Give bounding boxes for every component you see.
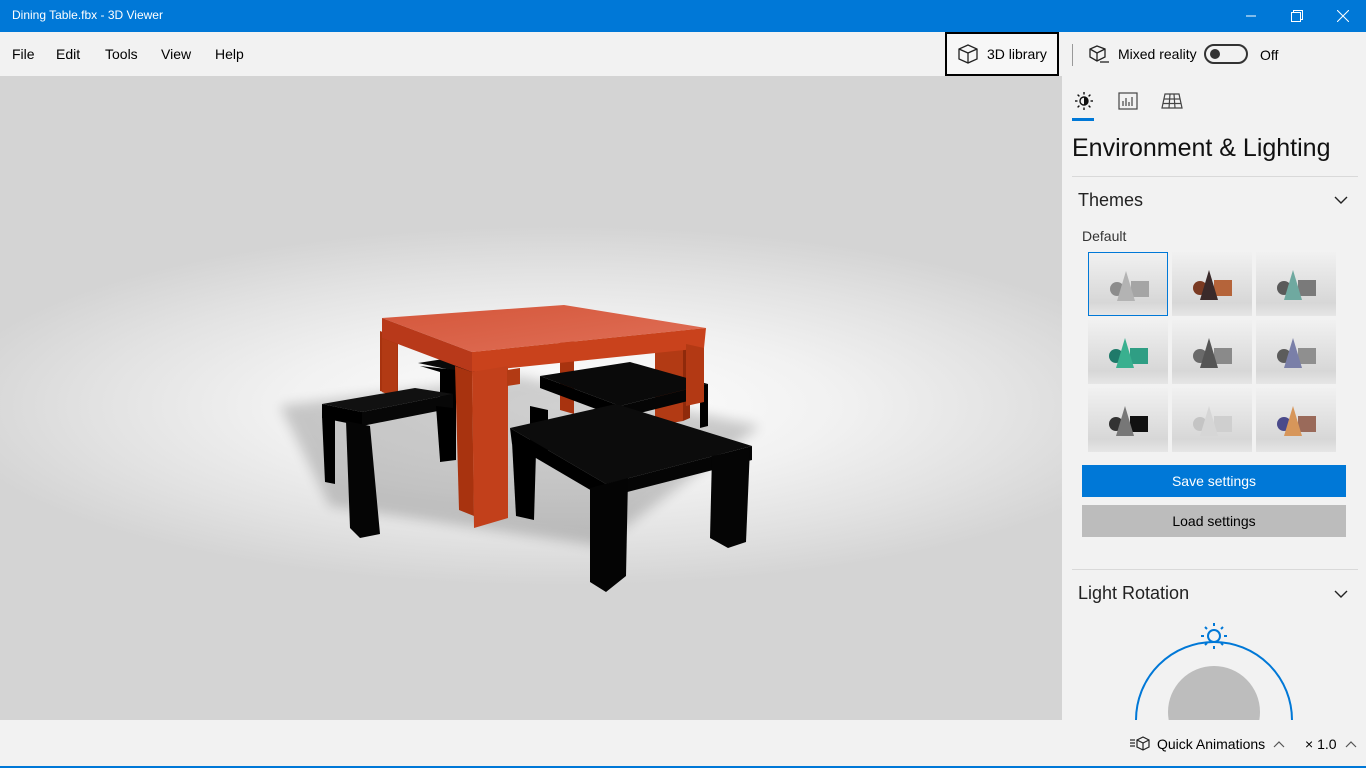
restore-icon [1291,10,1303,22]
menu-tools[interactable]: Tools [105,46,138,62]
theme-dark-gray[interactable] [1172,320,1252,384]
toolbar-divider [1072,44,1073,66]
menu-view[interactable]: View [161,46,191,62]
theme-warm-brown[interactable] [1172,252,1252,316]
animation-icon [1130,736,1150,751]
theme-light[interactable] [1172,388,1252,452]
menu-file[interactable]: File [12,46,35,62]
environment-panel: Environment & Lighting Themes Default Sa… [1062,76,1366,720]
grid-icon [1161,93,1183,109]
3d-library-label: 3D library [987,46,1047,62]
status-bar: Quick Animations × 1.0 [0,720,1366,768]
chevron-up-icon [1273,741,1285,748]
toggle-knob [1210,49,1220,59]
theme-purple-gray[interactable] [1256,320,1336,384]
chevron-down-icon[interactable] [1334,196,1348,204]
menu-help[interactable]: Help [215,46,244,62]
tab-lighting[interactable] [1072,90,1096,112]
mixed-reality-button[interactable]: Mixed reality [1088,32,1197,76]
title-bar: Dining Table.fbx - 3D Viewer [0,0,1366,32]
mixed-reality-label: Mixed reality [1118,46,1197,62]
tab-grid[interactable] [1160,90,1184,112]
restore-button[interactable] [1274,0,1320,32]
mixed-reality-icon [1089,45,1109,63]
sun-icon [1075,92,1093,110]
menu-edit[interactable]: Edit [56,46,80,62]
speed-value: × 1.0 [1305,736,1337,752]
section-divider [1072,569,1358,570]
mixed-reality-state: Off [1260,47,1279,63]
3d-library-button[interactable]: 3D library [945,32,1059,76]
save-settings-button[interactable]: Save settings [1082,465,1346,497]
title-divider [1072,176,1358,177]
themes-header[interactable]: Themes [1078,190,1143,211]
3d-viewport[interactable] [0,76,1062,720]
close-icon [1337,10,1349,22]
theme-grid [1088,252,1336,452]
cube-icon [958,44,978,64]
dining-table-model[interactable] [0,76,1062,720]
theme-default-gray[interactable] [1088,252,1168,316]
speed-control[interactable]: × 1.0 [1305,736,1357,752]
stats-icon [1118,92,1138,110]
panel-title: Environment & Lighting [1072,134,1331,162]
minimize-button[interactable] [1228,0,1274,32]
mixed-reality-toggle[interactable] [1204,44,1248,64]
load-settings-button[interactable]: Load settings [1082,505,1346,537]
sun-handle-icon [1201,623,1227,649]
close-button[interactable] [1320,0,1366,32]
quick-animations-button[interactable]: Quick Animations [1130,736,1285,752]
theme-teal-gray[interactable] [1256,252,1336,316]
minimize-icon [1246,15,1256,17]
tab-selected-indicator [1072,118,1094,121]
rotation-sphere [1168,666,1260,720]
theme-sunset[interactable] [1256,388,1336,452]
window-title: Dining Table.fbx - 3D Viewer [12,8,163,22]
theme-black-white[interactable] [1088,388,1168,452]
quick-animations-label: Quick Animations [1157,736,1266,752]
light-rotation-header[interactable]: Light Rotation [1078,583,1189,604]
light-rotation-dial[interactable] [1122,616,1306,720]
theme-green[interactable] [1088,320,1168,384]
theme-group-label: Default [1082,228,1127,244]
chevron-down-icon[interactable] [1334,590,1348,598]
chevron-up-icon [1345,741,1356,748]
tab-stats[interactable] [1116,90,1140,112]
